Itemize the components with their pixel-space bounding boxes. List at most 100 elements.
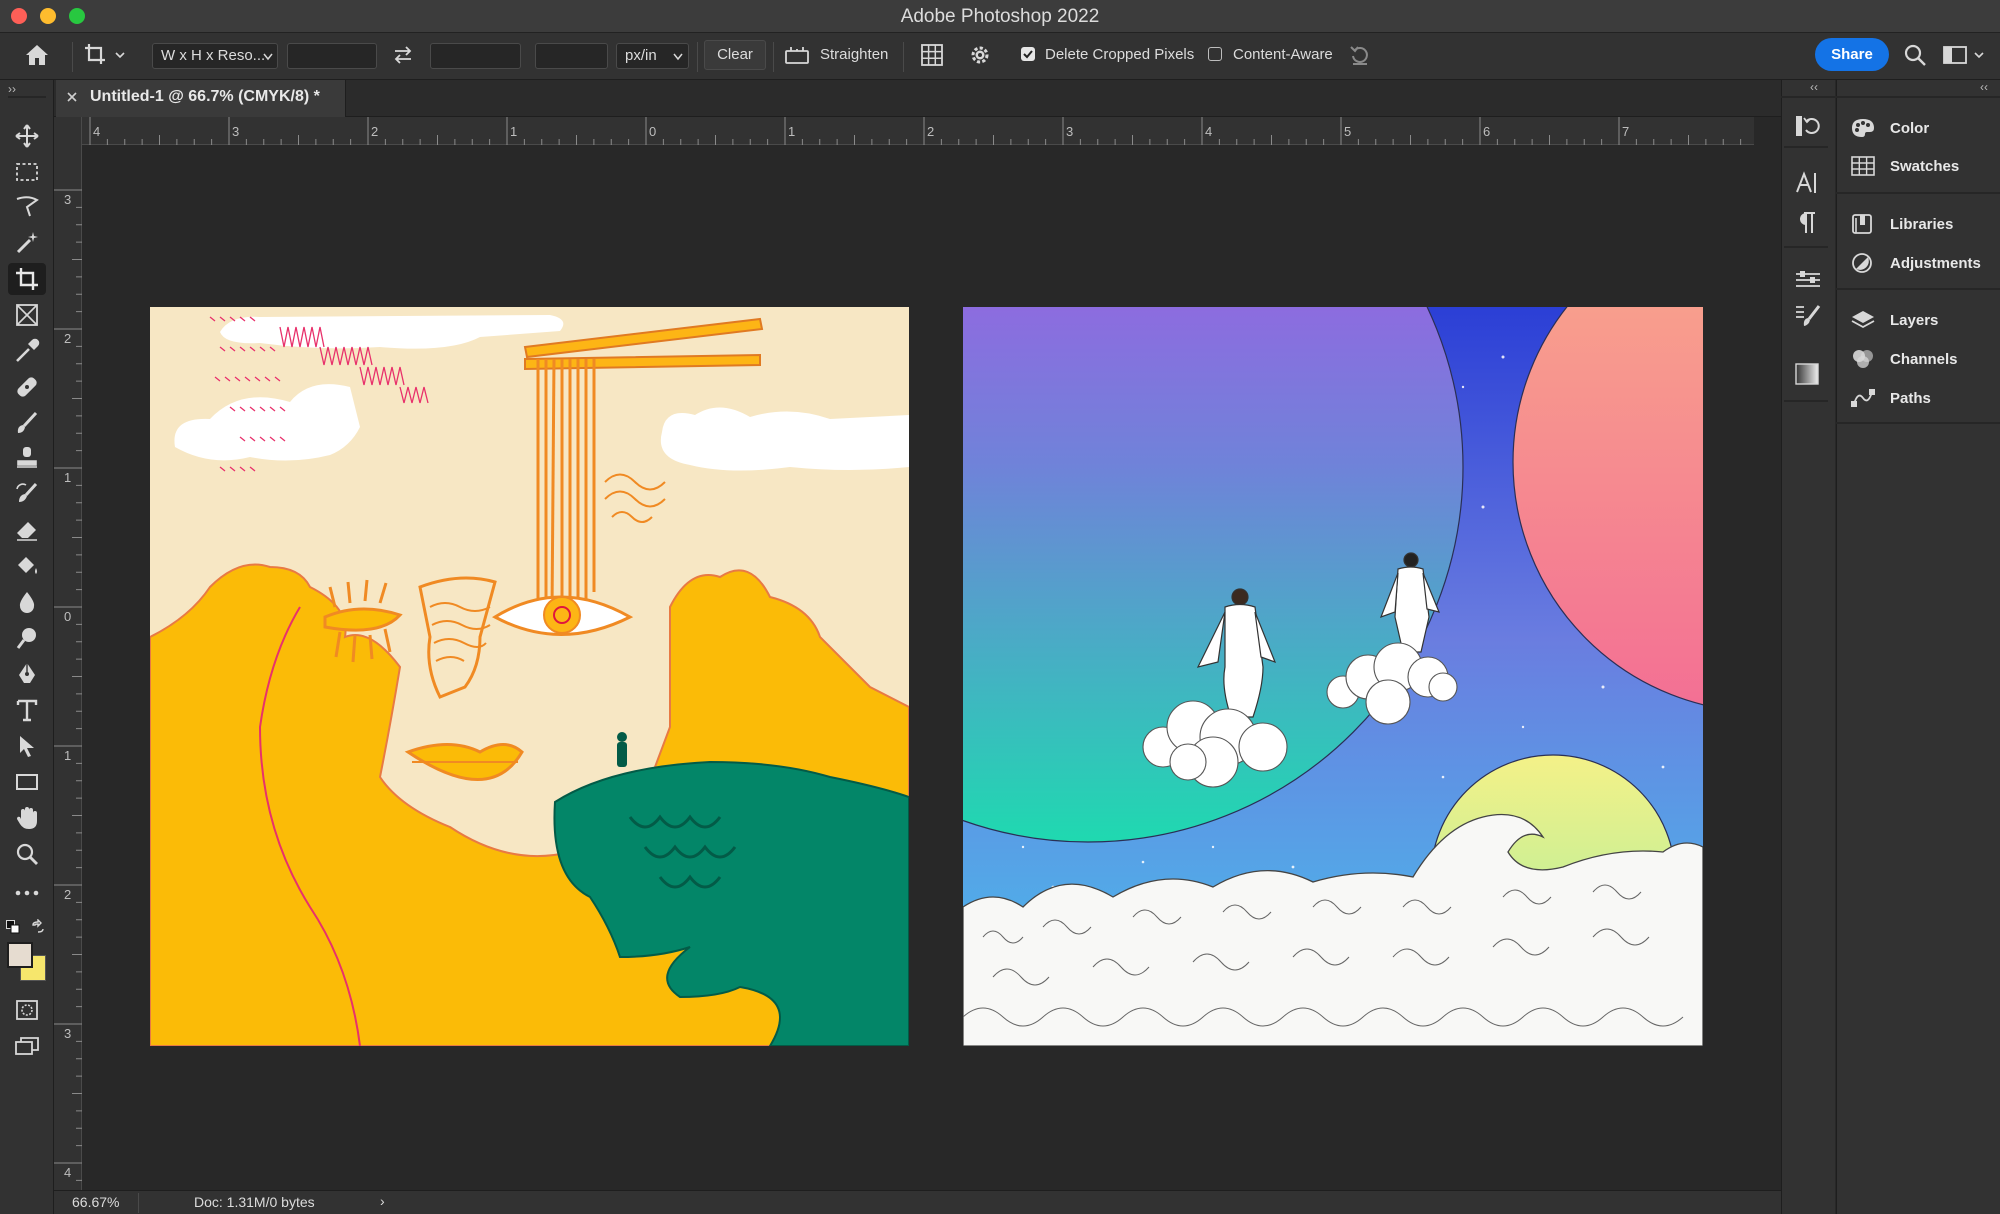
panel-item-adjustments[interactable]: Adjustments xyxy=(1850,245,2000,281)
foreground-color-swatch[interactable] xyxy=(7,942,33,968)
content-aware-checkbox[interactable] xyxy=(1208,47,1222,61)
home-icon[interactable] xyxy=(24,43,50,72)
panel-item-color[interactable]: Color xyxy=(1850,110,2000,146)
overlay-grid-icon[interactable] xyxy=(919,42,945,73)
ruler-label: 3 xyxy=(1066,124,1074,139)
magic-wand-tool-icon[interactable] xyxy=(8,227,46,259)
panel-item-swatches[interactable]: Swatches xyxy=(1850,148,2000,184)
panel-item-label: Paths xyxy=(1890,389,1931,407)
horizontal-ruler[interactable]: 4 3 2 1 0 1 2 3 4 5 6 7 xyxy=(64,117,1754,145)
delete-cropped-checkbox[interactable] xyxy=(1021,47,1035,61)
search-icon[interactable] xyxy=(1903,43,1927,72)
ruler-label: 4 xyxy=(64,1165,72,1180)
lasso-tool-icon[interactable] xyxy=(8,191,46,223)
separator xyxy=(773,42,774,72)
gear-icon[interactable] xyxy=(967,42,993,73)
swap-colors-icon[interactable] xyxy=(30,918,46,940)
eyedropper-tool-icon[interactable] xyxy=(8,335,46,367)
resolution-unit-dropdown[interactable]: px/in xyxy=(616,43,689,69)
brush-settings-panel-icon[interactable] xyxy=(1794,303,1822,334)
width-input[interactable] xyxy=(287,43,377,69)
frame-tool-icon[interactable] xyxy=(8,299,46,331)
reset-icon[interactable] xyxy=(1349,44,1371,71)
chevron-down-icon xyxy=(673,53,683,61)
close-tab-icon[interactable] xyxy=(66,90,78,108)
vertical-ruler[interactable]: 3 2 1 0 1 2 3 4 xyxy=(54,117,82,1190)
quick-mask-icon[interactable] xyxy=(8,994,46,1026)
collapse-panels-icon[interactable]: ‹‹ xyxy=(1810,80,1818,94)
rectangle-tool-icon[interactable] xyxy=(8,766,46,798)
panel-item-label: Adjustments xyxy=(1890,254,1981,272)
hand-tool-icon[interactable] xyxy=(8,802,46,834)
clear-button[interactable]: Clear xyxy=(704,40,766,70)
separator xyxy=(138,1193,139,1213)
brush-tool-icon[interactable] xyxy=(8,407,46,439)
artwork-dream-sky[interactable] xyxy=(712,91,2000,1047)
crop-tool-icon[interactable] xyxy=(8,263,46,295)
panel-item-label: Color xyxy=(1890,119,1930,137)
panel-item-label: Swatches xyxy=(1890,157,1960,175)
collapse-dock-icon[interactable]: ‹‹ xyxy=(1980,80,1988,94)
move-tool-icon[interactable] xyxy=(8,120,46,152)
status-menu-chevron-icon[interactable]: › xyxy=(380,1193,385,1209)
ruler-label: 1 xyxy=(64,470,72,485)
blur-tool-icon[interactable] xyxy=(8,586,46,618)
layers-icon xyxy=(1851,311,1875,329)
ruler-label: 4 xyxy=(93,124,101,139)
pen-tool-icon[interactable] xyxy=(8,658,46,690)
ruler-label: 5 xyxy=(1344,124,1352,139)
resolution-unit-value: px/in xyxy=(625,47,657,64)
healing-brush-tool-icon[interactable] xyxy=(8,371,46,403)
history-panel-icon[interactable] xyxy=(1794,114,1820,143)
libraries-icon xyxy=(1852,214,1872,234)
path-selection-tool-icon[interactable] xyxy=(8,730,46,762)
straighten-label[interactable]: Straighten xyxy=(820,42,888,68)
color-palette-icon xyxy=(1852,119,1874,137)
paragraph-panel-icon[interactable] xyxy=(1796,211,1818,240)
separator xyxy=(1784,246,1828,248)
resolution-input[interactable] xyxy=(535,43,608,69)
artwork-surreal-face[interactable] xyxy=(149,307,910,1047)
history-brush-tool-icon[interactable] xyxy=(8,478,46,510)
ratio-preset-dropdown[interactable]: W x H x Reso... xyxy=(152,43,278,69)
share-button[interactable]: Share xyxy=(1815,38,1889,71)
swatches-grid-icon xyxy=(1851,156,1875,176)
zoom-level[interactable]: 66.67% xyxy=(72,1194,119,1210)
character-panel-icon[interactable] xyxy=(1794,170,1820,201)
ruler-label: 3 xyxy=(64,1026,72,1041)
artwork-surreal-face-image xyxy=(149,307,910,1047)
ruler-label: 0 xyxy=(649,124,657,139)
more-tools-icon[interactable] xyxy=(8,877,46,909)
swap-dimensions-icon[interactable] xyxy=(392,45,414,70)
gradient-panel-icon[interactable] xyxy=(1794,362,1820,391)
dodge-tool-icon[interactable] xyxy=(8,622,46,654)
type-tool-icon[interactable] xyxy=(8,694,46,726)
screen-mode-icon[interactable] xyxy=(8,1030,46,1062)
properties-panel-icon[interactable] xyxy=(1794,268,1822,297)
clone-stamp-tool-icon[interactable] xyxy=(8,442,46,474)
workspace-icon[interactable] xyxy=(1943,45,1985,70)
panel-item-paths[interactable]: Paths xyxy=(1850,380,2000,416)
separator xyxy=(1836,422,2000,424)
straighten-icon[interactable] xyxy=(784,44,810,71)
panel-item-layers[interactable]: Layers xyxy=(1850,302,2000,338)
ruler-label: 7 xyxy=(1622,124,1630,139)
default-colors-icon[interactable] xyxy=(6,920,20,939)
marquee-tool-icon[interactable] xyxy=(8,156,46,188)
panel-item-channels[interactable]: Channels xyxy=(1850,341,2000,377)
delete-cropped-label: Delete Cropped Pixels xyxy=(1045,46,1195,63)
eraser-tool-icon[interactable] xyxy=(8,514,46,546)
crop-tool-preset-icon[interactable] xyxy=(83,42,125,73)
title-bar: Adobe Photoshop 2022 xyxy=(0,0,2000,33)
artwork-dream-sky-image xyxy=(712,91,2000,1047)
separator xyxy=(1836,192,2000,194)
paths-icon xyxy=(1851,389,1875,407)
zoom-tool-icon[interactable] xyxy=(8,838,46,870)
ruler-label: 2 xyxy=(927,124,935,139)
channels-icon xyxy=(1853,350,1873,368)
paint-bucket-tool-icon[interactable] xyxy=(8,550,46,582)
height-input[interactable] xyxy=(430,43,521,69)
panel-item-libraries[interactable]: Libraries xyxy=(1850,206,2000,242)
expand-tools-icon[interactable]: ›› xyxy=(8,82,16,96)
separator xyxy=(8,96,46,98)
